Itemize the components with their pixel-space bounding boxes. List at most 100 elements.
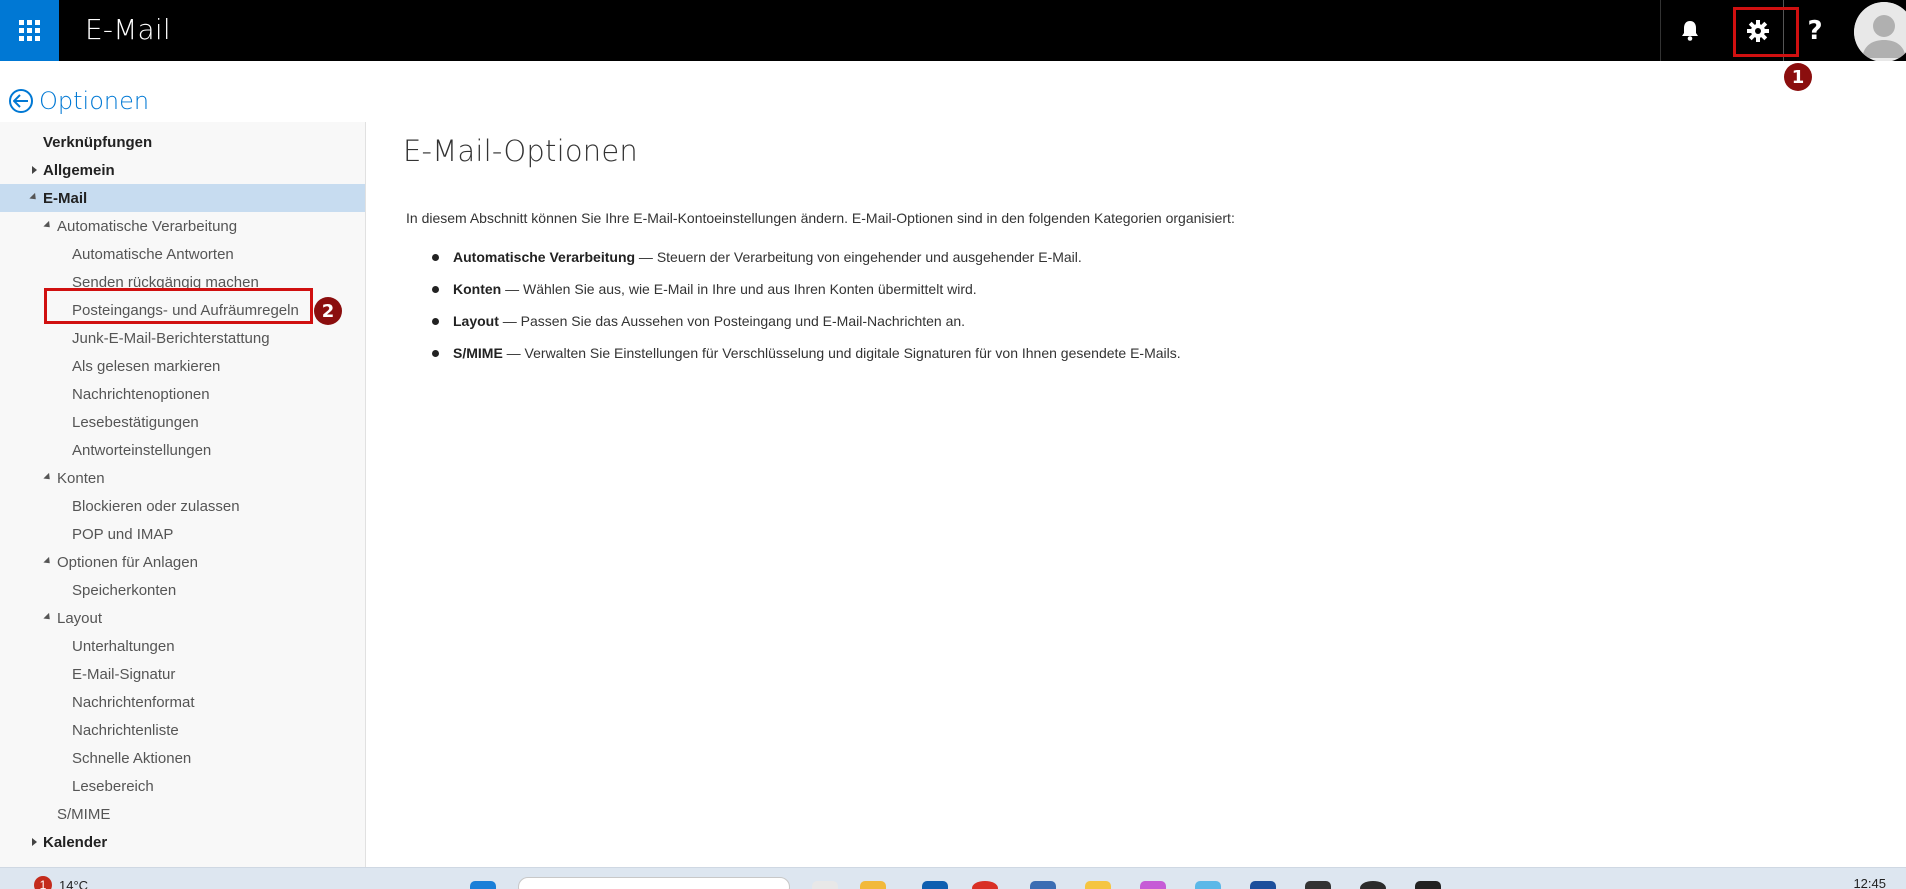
sidebar-item-label: Nachrichtenformat [72, 693, 195, 711]
taskbar-search-input[interactable] [518, 877, 790, 889]
app-icon[interactable] [1250, 881, 1276, 889]
sidebar-item-label: Nachrichtenliste [72, 721, 179, 739]
sidebar-item-label: E-Mail [43, 189, 88, 207]
windows-start-icon[interactable] [470, 881, 496, 889]
sidebar-item-verknuepfungen[interactable]: Verknüpfungen [0, 128, 365, 156]
sidebar-item-label: Layout [57, 609, 103, 627]
options-back-link[interactable]: Optionen [9, 87, 149, 115]
sidebar-item-label: Kalender [43, 833, 108, 851]
sidebar-item-nachrichtenliste[interactable]: Nachrichtenliste [0, 716, 365, 744]
sidebar-item-label: Nachrichtenoptionen [72, 385, 210, 403]
sidebar-item-nachrichtenoptionen[interactable]: Nachrichtenoptionen [0, 380, 365, 408]
sidebar-item-lesebereich[interactable]: Lesebereich [0, 772, 365, 800]
sidebar-item-label: Schnelle Aktionen [72, 749, 192, 767]
avatar-icon [1854, 2, 1906, 61]
list-item: Konten — Wählen Sie aus, wie E-Mail in I… [432, 280, 1181, 312]
sidebar-item-unterhaltungen[interactable]: Unterhaltungen [0, 632, 365, 660]
category-term: Konten [453, 281, 502, 297]
outlook-icon[interactable] [922, 881, 948, 889]
weather-widget[interactable]: 1 14°C [34, 876, 88, 889]
chevron-down-icon[interactable] [43, 220, 53, 231]
sidebar-item-email[interactable]: E-Mail [0, 184, 365, 212]
sidebar-item-label: Als gelesen markieren [72, 357, 221, 375]
sidebar-item-label: Konten [57, 469, 105, 487]
app-icon[interactable] [1415, 881, 1441, 889]
sidebar-item-label: Speicherkonten [72, 581, 177, 599]
app-icon[interactable] [1085, 881, 1111, 889]
sidebar-item-kalender[interactable]: Kalender [0, 828, 365, 856]
file-explorer-icon[interactable] [860, 881, 886, 889]
sidebar-item-junk-email[interactable]: Junk-E-Mail-Berichterstattung [0, 324, 365, 352]
chevron-right-icon[interactable] [32, 166, 37, 174]
category-term: S/MIME [453, 345, 503, 361]
sidebar-item-label: Automatische Verarbeitung [57, 217, 238, 235]
sidebar-item-layout[interactable]: Layout [0, 604, 365, 632]
category-description: — Wählen Sie aus, wie E-Mail in Ihre und… [501, 281, 977, 297]
sidebar-item-konten[interactable]: Konten [0, 464, 365, 492]
sidebar-item-antworteinstellungen[interactable]: Antworteinstellungen [0, 436, 365, 464]
sidebar-item-label: Blockieren oder zulassen [72, 497, 240, 515]
chevron-down-icon[interactable] [29, 192, 39, 203]
app-icon[interactable] [1195, 881, 1221, 889]
intro-text: In diesem Abschnitt können Sie Ihre E-Ma… [406, 210, 1235, 226]
app-icon[interactable] [1360, 881, 1386, 889]
sidebar-item-label: Optionen für Anlagen [57, 553, 198, 571]
category-term: Automatische Verarbeitung [453, 249, 636, 265]
app-icon[interactable] [1140, 881, 1166, 889]
sidebar-item-label: Lesebereich [72, 777, 154, 795]
page-title: E-Mail-Optionen [403, 134, 638, 168]
category-description: — Verwalten Sie Einstellungen für Versch… [502, 345, 1181, 361]
sidebar-item-label: POP und IMAP [72, 525, 174, 543]
app-icon[interactable] [1305, 881, 1331, 889]
chrome-icon[interactable] [972, 881, 998, 889]
chevron-down-icon[interactable] [43, 472, 53, 483]
sidebar-item-label: Allgemein [43, 161, 115, 179]
sidebar-item-smime[interactable]: S/MIME [0, 800, 365, 828]
sidebar-item-als-gelesen[interactable]: Als gelesen markieren [0, 352, 365, 380]
sidebar-item-allgemein[interactable]: Allgemein [0, 156, 365, 184]
sidebar-item-automatische-antworten[interactable]: Automatische Antworten [0, 240, 365, 268]
weather-badge: 1 [34, 876, 52, 889]
avatar[interactable] [1852, 0, 1906, 61]
sidebar-item-pop-imap[interactable]: POP und IMAP [0, 520, 365, 548]
sidebar-item-nachrichtenformat[interactable]: Nachrichtenformat [0, 688, 365, 716]
chevron-down-icon[interactable] [43, 612, 53, 623]
step-badge-1: 1 [1784, 63, 1812, 91]
sidebar-item-label: Antworteinstellungen [72, 441, 212, 459]
sidebar-item-optionen-anlagen[interactable]: Optionen für Anlagen [0, 548, 365, 576]
sidebar-item-label: Verknüpfungen [43, 133, 153, 151]
temperature-label: 14°C [59, 877, 89, 889]
category-description: — Passen Sie das Aussehen von Posteingan… [498, 313, 966, 329]
chevron-down-icon[interactable] [43, 556, 53, 567]
options-title: Optionen [39, 87, 150, 115]
app-launcher-button[interactable] [0, 0, 59, 61]
sidebar-item-automatische-verarbeitung[interactable]: Automatische Verarbeitung [0, 212, 365, 240]
step-badge-2: 2 [314, 297, 342, 325]
highlight-box-posteingangsregeln [44, 288, 313, 324]
notifications-button[interactable] [1662, 0, 1717, 61]
task-view-icon[interactable] [812, 881, 838, 889]
list-item: Layout — Passen Sie das Aussehen von Pos… [432, 312, 1181, 344]
sidebar-item-label: Automatische Antworten [72, 245, 234, 263]
app-icon[interactable] [1030, 881, 1056, 889]
list-item: S/MIME — Verwalten Sie Einstellungen für… [432, 344, 1181, 376]
chevron-right-icon[interactable] [32, 838, 37, 846]
category-list: Automatische Verarbeitung — Steuern der … [432, 248, 1181, 376]
sidebar-item-blockieren[interactable]: Blockieren oder zulassen [0, 492, 365, 520]
sidebar-item-lesebestaetigungen[interactable]: Lesebestätigungen [0, 408, 365, 436]
sidebar-item-label: Unterhaltungen [72, 637, 175, 655]
category-description: — Steuern der Verarbeitung von eingehend… [635, 249, 1082, 265]
category-term: Layout [453, 313, 499, 329]
list-item: Automatische Verarbeitung — Steuern der … [432, 248, 1181, 280]
sidebar-item-speicherkonten[interactable]: Speicherkonten [0, 576, 365, 604]
sidebar-item-label: E-Mail-Signatur [72, 665, 176, 683]
waffle-icon [19, 20, 40, 41]
topbar-divider [1660, 0, 1661, 61]
options-sidebar: Verknüpfungen Allgemein E-Mail Automatis… [0, 122, 366, 867]
bell-icon [1681, 20, 1698, 41]
top-bar: E-Mail ? [0, 0, 1906, 61]
sidebar-item-label: Junk-E-Mail-Berichterstattung [72, 329, 270, 347]
taskbar-clock: 12:45 [1853, 876, 1886, 889]
sidebar-item-schnelle-aktionen[interactable]: Schnelle Aktionen [0, 744, 365, 772]
sidebar-item-email-signatur[interactable]: E-Mail-Signatur [0, 660, 365, 688]
